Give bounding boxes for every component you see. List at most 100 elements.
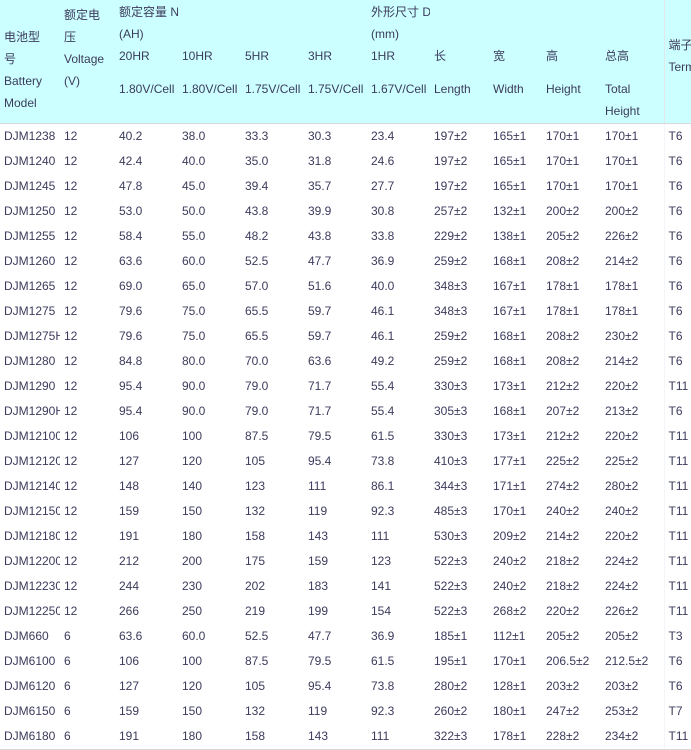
cell-capacity-10hr: 120: [178, 449, 241, 474]
cell-height: 178±1: [542, 299, 601, 324]
cell-capacity-5hr: 33.3: [241, 123, 304, 149]
cell-capacity-10hr: 200: [178, 549, 241, 574]
cell-capacity-3hr: 71.7: [304, 399, 367, 424]
cell-model: DJM660: [0, 624, 60, 649]
cell-capacity-10hr: 250: [178, 599, 241, 624]
cell-length: 197±2: [430, 123, 489, 149]
cell-capacity-3hr: 51.6: [304, 274, 367, 299]
cell-capacity-5hr: 43.8: [241, 199, 304, 224]
cell-capacity-1hr: 49.2: [367, 349, 430, 374]
column-header-battery-model: 电池型 号 Battery Model: [0, 0, 60, 123]
cell-height: 205±2: [542, 224, 601, 249]
cell-capacity-20hr: 95.4: [115, 374, 178, 399]
cell-capacity-1hr: 111: [367, 724, 430, 750]
cell-capacity-3hr: 95.4: [304, 449, 367, 474]
cell-model: DJM6120: [0, 674, 60, 699]
cell-voltage: 12: [60, 349, 115, 374]
cell-height: 274±2: [542, 474, 601, 499]
cell-voltage: 12: [60, 474, 115, 499]
cell-total-height: 170±1: [601, 123, 664, 149]
cell-terminal: T7: [664, 699, 691, 724]
cell-terminal: T6: [664, 123, 691, 149]
cell-capacity-20hr: 266: [115, 599, 178, 624]
cell-terminal: T3: [664, 624, 691, 649]
column-header-capacity-10hr: 10HR 1.80V/Cell: [178, 0, 241, 123]
cell-capacity-1hr: 92.3: [367, 699, 430, 724]
cell-total-height: 213±2: [601, 399, 664, 424]
cell-capacity-10hr: 50.0: [178, 199, 241, 224]
column-header-width: 宽 Width: [489, 0, 542, 123]
voltage-unit: (V): [64, 70, 111, 92]
capacity-10hr-label: 10HR: [182, 45, 213, 67]
cell-capacity-1hr: 61.5: [367, 649, 430, 674]
cell-capacity-20hr: 148: [115, 474, 178, 499]
cell-model: DJM12140: [0, 474, 60, 499]
cell-width: 168±1: [489, 324, 542, 349]
cell-capacity-3hr: 31.8: [304, 149, 367, 174]
cell-total-height: 205±2: [601, 624, 664, 649]
cell-capacity-5hr: 87.5: [241, 649, 304, 674]
cell-voltage: 12: [60, 299, 115, 324]
cell-capacity-10hr: 120: [178, 674, 241, 699]
cell-capacity-10hr: 75.0: [178, 324, 241, 349]
cell-capacity-3hr: 111: [304, 474, 367, 499]
cell-length: 410±3: [430, 449, 489, 474]
column-header-capacity-1hr: 外形尺寸 Dimension (mm) 1HR 1.67V/Cell: [367, 0, 430, 123]
cell-width: 170±1: [489, 649, 542, 674]
cell-capacity-10hr: 40.0: [178, 149, 241, 174]
cell-capacity-5hr: 70.0: [241, 349, 304, 374]
cell-model: DJM6180: [0, 724, 60, 750]
cell-model: DJM12120: [0, 449, 60, 474]
cell-model: DJM1275H: [0, 324, 60, 349]
cell-length: 348±3: [430, 274, 489, 299]
cell-capacity-10hr: 38.0: [178, 123, 241, 149]
width-label-cn: 宽: [493, 45, 505, 67]
cell-total-height: 220±2: [601, 524, 664, 549]
cell-capacity-20hr: 79.6: [115, 324, 178, 349]
cell-total-height: 178±1: [601, 299, 664, 324]
cell-terminal: T11: [664, 374, 691, 399]
cell-capacity-1hr: 36.9: [367, 624, 430, 649]
table-row: DJM61806191180158143111322±3178±1228±223…: [0, 724, 691, 750]
cell-voltage: 12: [60, 574, 115, 599]
table-row: DJM121501215915013211992.3485±3170±1240±…: [0, 499, 691, 524]
cell-capacity-20hr: 191: [115, 724, 178, 750]
cell-height: 208±2: [542, 249, 601, 274]
height-label-cn: 高: [546, 45, 558, 67]
cell-capacity-20hr: 84.8: [115, 349, 178, 374]
cell-width: 170±1: [489, 499, 542, 524]
cell-capacity-20hr: 159: [115, 699, 178, 724]
table-row: DJM121001210610087.579.561.5330±3173±121…: [0, 424, 691, 449]
cell-capacity-3hr: 95.4: [304, 674, 367, 699]
cell-capacity-1hr: 141: [367, 574, 430, 599]
cell-terminal: T6: [664, 349, 691, 374]
cell-terminal: T11: [664, 524, 691, 549]
table-row: DJM12751279.675.065.559.746.1348±3167±11…: [0, 299, 691, 324]
cell-voltage: 12: [60, 524, 115, 549]
cell-height: 170±1: [542, 174, 601, 199]
cell-length: 522±3: [430, 549, 489, 574]
cell-length: 522±3: [430, 599, 489, 624]
cell-capacity-10hr: 230: [178, 574, 241, 599]
cell-capacity-3hr: 30.3: [304, 123, 367, 149]
cell-capacity-5hr: 158: [241, 524, 304, 549]
cell-length: 344±3: [430, 474, 489, 499]
cell-model: DJM1290H: [0, 399, 60, 424]
cell-capacity-1hr: 92.3: [367, 499, 430, 524]
cell-length: 257±2: [430, 199, 489, 224]
length-label-cn: 长: [434, 45, 446, 67]
cell-capacity-5hr: 65.5: [241, 299, 304, 324]
cell-width: 240±2: [489, 574, 542, 599]
cell-capacity-5hr: 123: [241, 474, 304, 499]
cell-total-height: 178±1: [601, 274, 664, 299]
cell-voltage: 6: [60, 624, 115, 649]
cell-capacity-3hr: 79.5: [304, 424, 367, 449]
cell-terminal: T11: [664, 499, 691, 524]
cell-total-height: 280±2: [601, 474, 664, 499]
cell-capacity-10hr: 60.0: [178, 624, 241, 649]
cell-length: 229±2: [430, 224, 489, 249]
cell-model: DJM1240: [0, 149, 60, 174]
cell-terminal: T11: [664, 449, 691, 474]
cell-capacity-10hr: 140: [178, 474, 241, 499]
cell-capacity-5hr: 39.4: [241, 174, 304, 199]
